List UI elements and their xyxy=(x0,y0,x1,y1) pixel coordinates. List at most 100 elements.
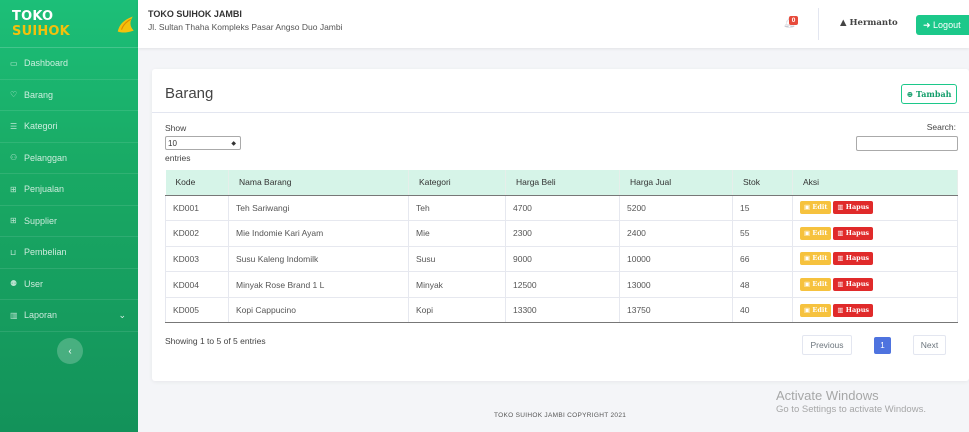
cell-stok: 55 xyxy=(732,220,793,247)
entries-label: entries xyxy=(165,153,191,163)
sidebar-item-kategori[interactable]: ☰ Kategori xyxy=(0,111,138,143)
col-harga-jual[interactable]: Harga Jual xyxy=(619,170,733,196)
list-icon: ☰ xyxy=(10,121,18,131)
delete-button[interactable]: ▥ Hapus xyxy=(833,303,874,317)
topbar-divider xyxy=(818,8,819,40)
cell-aksi: ▣ Edit ▥ Hapus xyxy=(792,195,958,222)
edit-button[interactable]: ▣ Edit xyxy=(800,201,832,215)
col-harga-beli[interactable]: Harga Beli xyxy=(505,170,620,196)
chevron-down-icon: ⌄ xyxy=(118,309,126,320)
page-title: Barang xyxy=(165,85,214,102)
cell-harga-jual: 13000 xyxy=(619,271,733,298)
brand[interactable]: TOKO SUIHOK xyxy=(0,0,138,48)
cell-aksi: ▣ Edit ▥ Hapus xyxy=(792,271,958,298)
col-kode[interactable]: Kode xyxy=(165,170,229,196)
cell-aksi: ▣ Edit ▥ Hapus xyxy=(792,246,958,273)
monitor-icon: ▭ xyxy=(10,58,18,68)
cell-stok: 15 xyxy=(732,195,793,222)
cell-nama: Susu Kaleng Indomilk xyxy=(228,246,409,273)
cell-kategori: Minyak xyxy=(408,271,506,298)
cell-kategori: Mie xyxy=(408,220,506,247)
sidebar-item-laporan[interactable]: ▥ Laporan ⌄ xyxy=(0,300,138,332)
footer-copyright: TOKO SUIHOK JAMBI COPYRIGHT 2021 xyxy=(494,412,627,419)
delete-button[interactable]: ▥ Hapus xyxy=(833,278,874,292)
pagination-next[interactable]: Next xyxy=(913,335,946,355)
sidebar-toggle-button[interactable]: ‹ xyxy=(57,338,83,364)
user-icon: ⚉ xyxy=(10,279,18,289)
notification-button[interactable]: 🔔︎ 0 xyxy=(783,16,801,34)
cell-nama: Kopi Cappucino xyxy=(228,297,409,324)
col-aksi[interactable]: Aksi xyxy=(792,170,958,196)
trash-icon: ▥ xyxy=(837,305,846,314)
sidebar-item-dashboard[interactable]: ▭ Dashboard xyxy=(0,48,138,80)
col-kategori[interactable]: Kategori xyxy=(408,170,506,196)
notification-badge: 0 xyxy=(789,16,798,25)
sidebar: TOKO SUIHOK ▭ Dashboard ♡ Barang ☰ Kategori… xyxy=(0,0,138,432)
logout-icon: ➜ xyxy=(923,19,934,30)
user-icon: ▲ xyxy=(840,18,850,28)
cell-stok: 40 xyxy=(732,297,793,324)
cell-harga-beli: 2300 xyxy=(505,220,620,247)
sidebar-nav: ▭ Dashboard ♡ Barang ☰ Kategori ⚇ Pelanggan … xyxy=(0,48,138,332)
cell-kode: KD002 xyxy=(165,220,229,247)
table-row: KD005 Kopi Cappucino Kopi 13300 13750 40… xyxy=(165,297,958,324)
table-header-row: Kode Nama Barang Kategori Harga Beli Har… xyxy=(165,170,958,196)
store-address: Jl. Sultan Thaha Kompleks Pasar Angso Du… xyxy=(148,22,343,32)
edit-button[interactable]: ▣ Edit xyxy=(800,278,832,292)
brand-name: TOKO SUIHOK xyxy=(12,8,70,39)
topbar: TOKO SUIHOK JAMBI Jl. Sultan Thaha Kompl… xyxy=(138,0,969,48)
edit-button[interactable]: ▣ Edit xyxy=(800,303,832,317)
cell-nama: Teh Sariwangi xyxy=(228,195,409,222)
show-label: Show xyxy=(165,123,187,133)
page-length-select[interactable]: 10 ◆ xyxy=(165,136,241,150)
col-stok[interactable]: Stok xyxy=(732,170,793,196)
activate-windows-title: Activate Windows xyxy=(776,388,879,403)
pagination-page-1[interactable]: 1 xyxy=(874,336,891,354)
cell-kode: KD001 xyxy=(165,195,229,222)
cell-harga-beli: 12500 xyxy=(505,271,620,298)
cell-harga-beli: 9000 xyxy=(505,246,620,273)
table-row: KD001 Teh Sariwangi Teh 4700 5200 15 ▣ E… xyxy=(165,195,958,222)
col-nama-barang[interactable]: Nama Barang xyxy=(228,170,409,196)
cart-icon: ⊞ xyxy=(10,184,17,194)
delete-button[interactable]: ▥ Hapus xyxy=(833,252,874,266)
cell-kategori: Teh xyxy=(408,195,506,222)
table-row: KD003 Susu Kaleng Indomilk Susu 9000 100… xyxy=(165,246,958,273)
sidebar-item-user[interactable]: ⚉ User xyxy=(0,269,138,300)
trash-icon: ▥ xyxy=(837,203,846,212)
delete-button[interactable]: ▥ Hapus xyxy=(833,226,874,240)
cell-harga-beli: 13300 xyxy=(505,297,620,324)
truck-icon: ⊞ xyxy=(10,216,17,226)
edit-button[interactable]: ▣ Edit xyxy=(800,252,832,266)
edit-button[interactable]: ▣ Edit xyxy=(800,226,832,240)
basket-icon: ⊔ xyxy=(10,247,17,257)
table-info: Showing 1 to 5 of 5 entries xyxy=(165,336,266,346)
pagination: Previous 1 Next xyxy=(802,335,946,355)
brand-logo-icon xyxy=(117,15,134,33)
add-barang-button[interactable]: ⊕ Tambah xyxy=(901,84,957,104)
sidebar-item-supplier[interactable]: ⊞ Supplier xyxy=(0,206,138,237)
sidebar-item-pelanggan[interactable]: ⚇ Pelanggan xyxy=(0,143,138,174)
plus-circle-icon: ⊕ xyxy=(906,89,917,99)
delete-button[interactable]: ▥ Hapus xyxy=(833,201,874,215)
cell-stok: 66 xyxy=(732,246,793,273)
search-input[interactable] xyxy=(856,136,958,151)
sidebar-item-penjualan[interactable]: ⊞ Penjualan xyxy=(0,174,138,206)
cell-harga-jual: 2400 xyxy=(619,220,733,247)
sidebar-item-pembelian[interactable]: ⊔ Pembelian xyxy=(0,237,138,269)
sidebar-item-barang[interactable]: ♡ Barang xyxy=(0,80,138,111)
logout-button[interactable]: ➜ Logout xyxy=(916,15,969,35)
trash-icon: ▥ xyxy=(837,228,846,237)
cell-nama: Mie Indomie Kari Ayam xyxy=(228,220,409,247)
select-arrow-icon: ◆ xyxy=(231,140,236,147)
cell-harga-beli: 4700 xyxy=(505,195,620,222)
pagination-previous[interactable]: Previous xyxy=(802,335,852,355)
trash-icon: ▥ xyxy=(837,280,846,289)
table-row: KD002 Mie Indomie Kari Ayam Mie 2300 240… xyxy=(165,220,958,247)
search-label: Search: xyxy=(926,122,956,132)
table-row: KD004 Minyak Rose Brand 1 L Minyak 12500… xyxy=(165,271,958,298)
user-menu[interactable]: ▲ Hermanto xyxy=(840,18,898,28)
cell-kode: KD005 xyxy=(165,297,229,324)
trash-icon: ▥ xyxy=(837,254,846,263)
cell-harga-jual: 13750 xyxy=(619,297,733,324)
